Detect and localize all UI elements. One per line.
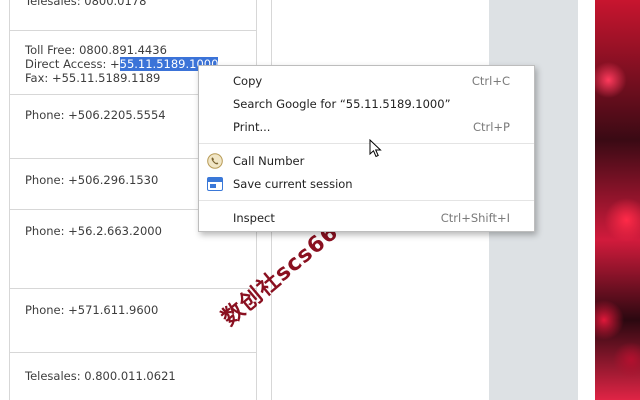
table-row[interactable]: Phone: +571.611.9600 bbox=[25, 303, 158, 317]
menu-item-shortcut: Ctrl+P bbox=[472, 120, 510, 134]
session-icon bbox=[207, 176, 223, 192]
context-menu: Copy Ctrl+C Search Google for “55.11.518… bbox=[198, 65, 535, 232]
fax-text[interactable]: Fax: +55.11.5189.1189 bbox=[25, 71, 160, 85]
menu-item-label: Call Number bbox=[233, 154, 305, 168]
menu-item-label: Search Google for “55.11.5189.1000” bbox=[233, 97, 451, 111]
table-row[interactable]: Telesales: 0.800.011.0621 bbox=[25, 369, 176, 383]
background-artwork bbox=[595, 0, 640, 400]
side-gap bbox=[578, 0, 595, 400]
menu-item-call-number[interactable]: Call Number bbox=[199, 150, 534, 172]
menu-separator bbox=[199, 143, 534, 144]
row-divider bbox=[9, 352, 256, 353]
menu-item-label: Save current session bbox=[233, 177, 353, 191]
menu-item-shortcut: Ctrl+C bbox=[471, 74, 510, 88]
mouse-cursor-icon bbox=[369, 138, 383, 163]
row-divider bbox=[9, 288, 256, 289]
menu-item-print[interactable]: Print... Ctrl+P bbox=[199, 116, 534, 138]
table-border-left bbox=[9, 0, 10, 400]
menu-item-copy[interactable]: Copy Ctrl+C bbox=[199, 70, 534, 92]
menu-item-shortcut: Ctrl+Shift+I bbox=[440, 211, 510, 225]
menu-item-label: Copy bbox=[233, 74, 263, 88]
menu-item-inspect[interactable]: Inspect Ctrl+Shift+I bbox=[199, 207, 534, 229]
menu-item-label: Inspect bbox=[233, 211, 275, 225]
menu-item-search-google[interactable]: Search Google for “55.11.5189.1000” bbox=[199, 93, 534, 115]
menu-separator bbox=[199, 200, 534, 201]
toll-free-text[interactable]: Toll Free: 0800.891.4436 bbox=[25, 43, 167, 57]
phone-icon bbox=[207, 153, 223, 169]
table-row[interactable]: Phone: +506.296.1530 bbox=[25, 173, 158, 187]
table-row[interactable]: Phone: +56.2.663.2000 bbox=[25, 224, 162, 238]
menu-item-save-session[interactable]: Save current session bbox=[199, 173, 534, 195]
direct-access-text[interactable]: Direct Access: +55.11.5189.1000 bbox=[25, 57, 219, 71]
direct-access-label: Direct Access: + bbox=[25, 57, 120, 71]
telesales-partial: Telesales: 0800.0178 bbox=[25, 0, 147, 8]
menu-item-label: Print... bbox=[233, 120, 271, 134]
row-divider bbox=[9, 30, 256, 31]
table-row[interactable]: Phone: +506.2205.5554 bbox=[25, 108, 166, 122]
